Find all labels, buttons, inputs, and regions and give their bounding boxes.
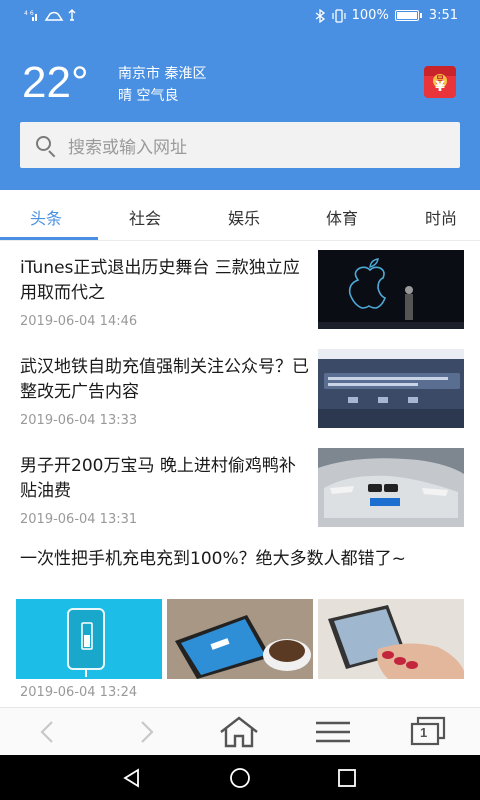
news-time: 2019-06-04 13:24 [20, 685, 138, 700]
back-icon[interactable] [38, 720, 58, 744]
battery-percent: 100% [351, 8, 389, 23]
news-thumbnail[interactable] [318, 349, 464, 428]
temperature[interactable]: 22° [22, 58, 89, 108]
svg-text:46: 46 [24, 10, 36, 17]
tab-headlines[interactable]: 头条 [30, 205, 62, 229]
tab-entertainment[interactable]: 娱乐 [228, 205, 260, 229]
news-time: 2019-06-04 13:31 [20, 512, 138, 527]
bluetooth-icon [315, 8, 325, 23]
news-image-phone-coffee[interactable] [167, 599, 313, 679]
divider [0, 240, 480, 241]
system-nav-bar [0, 755, 480, 800]
header: 22° 南京市 秦淮区 晴 空气良 吕 ¥ 搜索或输入网址 [0, 32, 480, 190]
tabs-button[interactable]: 1 [410, 716, 446, 746]
home-icon[interactable] [218, 716, 260, 748]
tabs-count: 1 [420, 725, 428, 740]
search-placeholder: 搜索或输入网址 [68, 137, 187, 158]
tab-fashion[interactable]: 时尚 [425, 205, 457, 229]
weather-city[interactable]: 南京市 秦淮区 [118, 63, 206, 83]
news-title[interactable]: 男子开200万宝马 晚上进村偷鸡鸭补贴油费 [20, 454, 310, 504]
red-packet-icon[interactable]: 吕 ¥ [424, 66, 456, 98]
news-thumbnail[interactable] [318, 250, 464, 329]
news-image-charging[interactable] [16, 599, 162, 679]
search-icon [20, 122, 68, 168]
tab-society[interactable]: 社会 [129, 205, 161, 229]
news-image-phone-hand[interactable] [318, 599, 464, 679]
news-item-2[interactable]: 武汉地铁自助充值强制关注公众号？已整改无广告内容 2019-06-04 13:3… [0, 349, 480, 439]
vibrate-icon [332, 8, 346, 23]
tabs-icon [410, 716, 446, 746]
status-bar: 46 100% 3:51 [0, 0, 480, 32]
news-title[interactable]: iTunes正式退出历史舞台 三款独立应用取而代之 [20, 256, 310, 306]
clock: 3:51 [428, 8, 458, 23]
news-title[interactable]: 一次性把手机充电充到100%？绝大多数人都错了~ [20, 547, 470, 572]
news-title[interactable]: 武汉地铁自助充值强制关注公众号？已整改无广告内容 [20, 355, 310, 405]
news-thumbnail[interactable] [318, 448, 464, 527]
forward-icon[interactable] [136, 720, 156, 744]
tab-sports[interactable]: 体育 [326, 205, 358, 229]
signal-indicators: 46 [24, 8, 84, 25]
battery-icon [394, 10, 422, 21]
signal-icon: 46 [24, 9, 76, 21]
system-recents-icon[interactable] [337, 768, 357, 788]
news-item-4[interactable]: 一次性把手机充电充到100%？绝大多数人都错了~ 2019-06-04 13:2… [0, 547, 480, 705]
bottom-nav: 1 [0, 707, 480, 755]
system-home-icon[interactable] [229, 767, 251, 789]
status-right: 100% 3:51 [314, 8, 458, 23]
news-time: 2019-06-04 13:33 [20, 413, 138, 428]
system-back-icon[interactable] [122, 768, 142, 788]
news-time: 2019-06-04 14:46 [20, 314, 138, 329]
search-bar[interactable]: 搜索或输入网址 [20, 122, 460, 168]
category-tabs: 头条 社会 娱乐 体育 时尚 [0, 190, 480, 240]
news-item-3[interactable]: 男子开200万宝马 晚上进村偷鸡鸭补贴油费 2019-06-04 13:31 [0, 448, 480, 538]
menu-icon[interactable] [314, 720, 352, 744]
news-item-1[interactable]: iTunes正式退出历史舞台 三款独立应用取而代之 2019-06-04 14:… [0, 250, 480, 340]
weather-condition[interactable]: 晴 空气良 [118, 85, 178, 105]
